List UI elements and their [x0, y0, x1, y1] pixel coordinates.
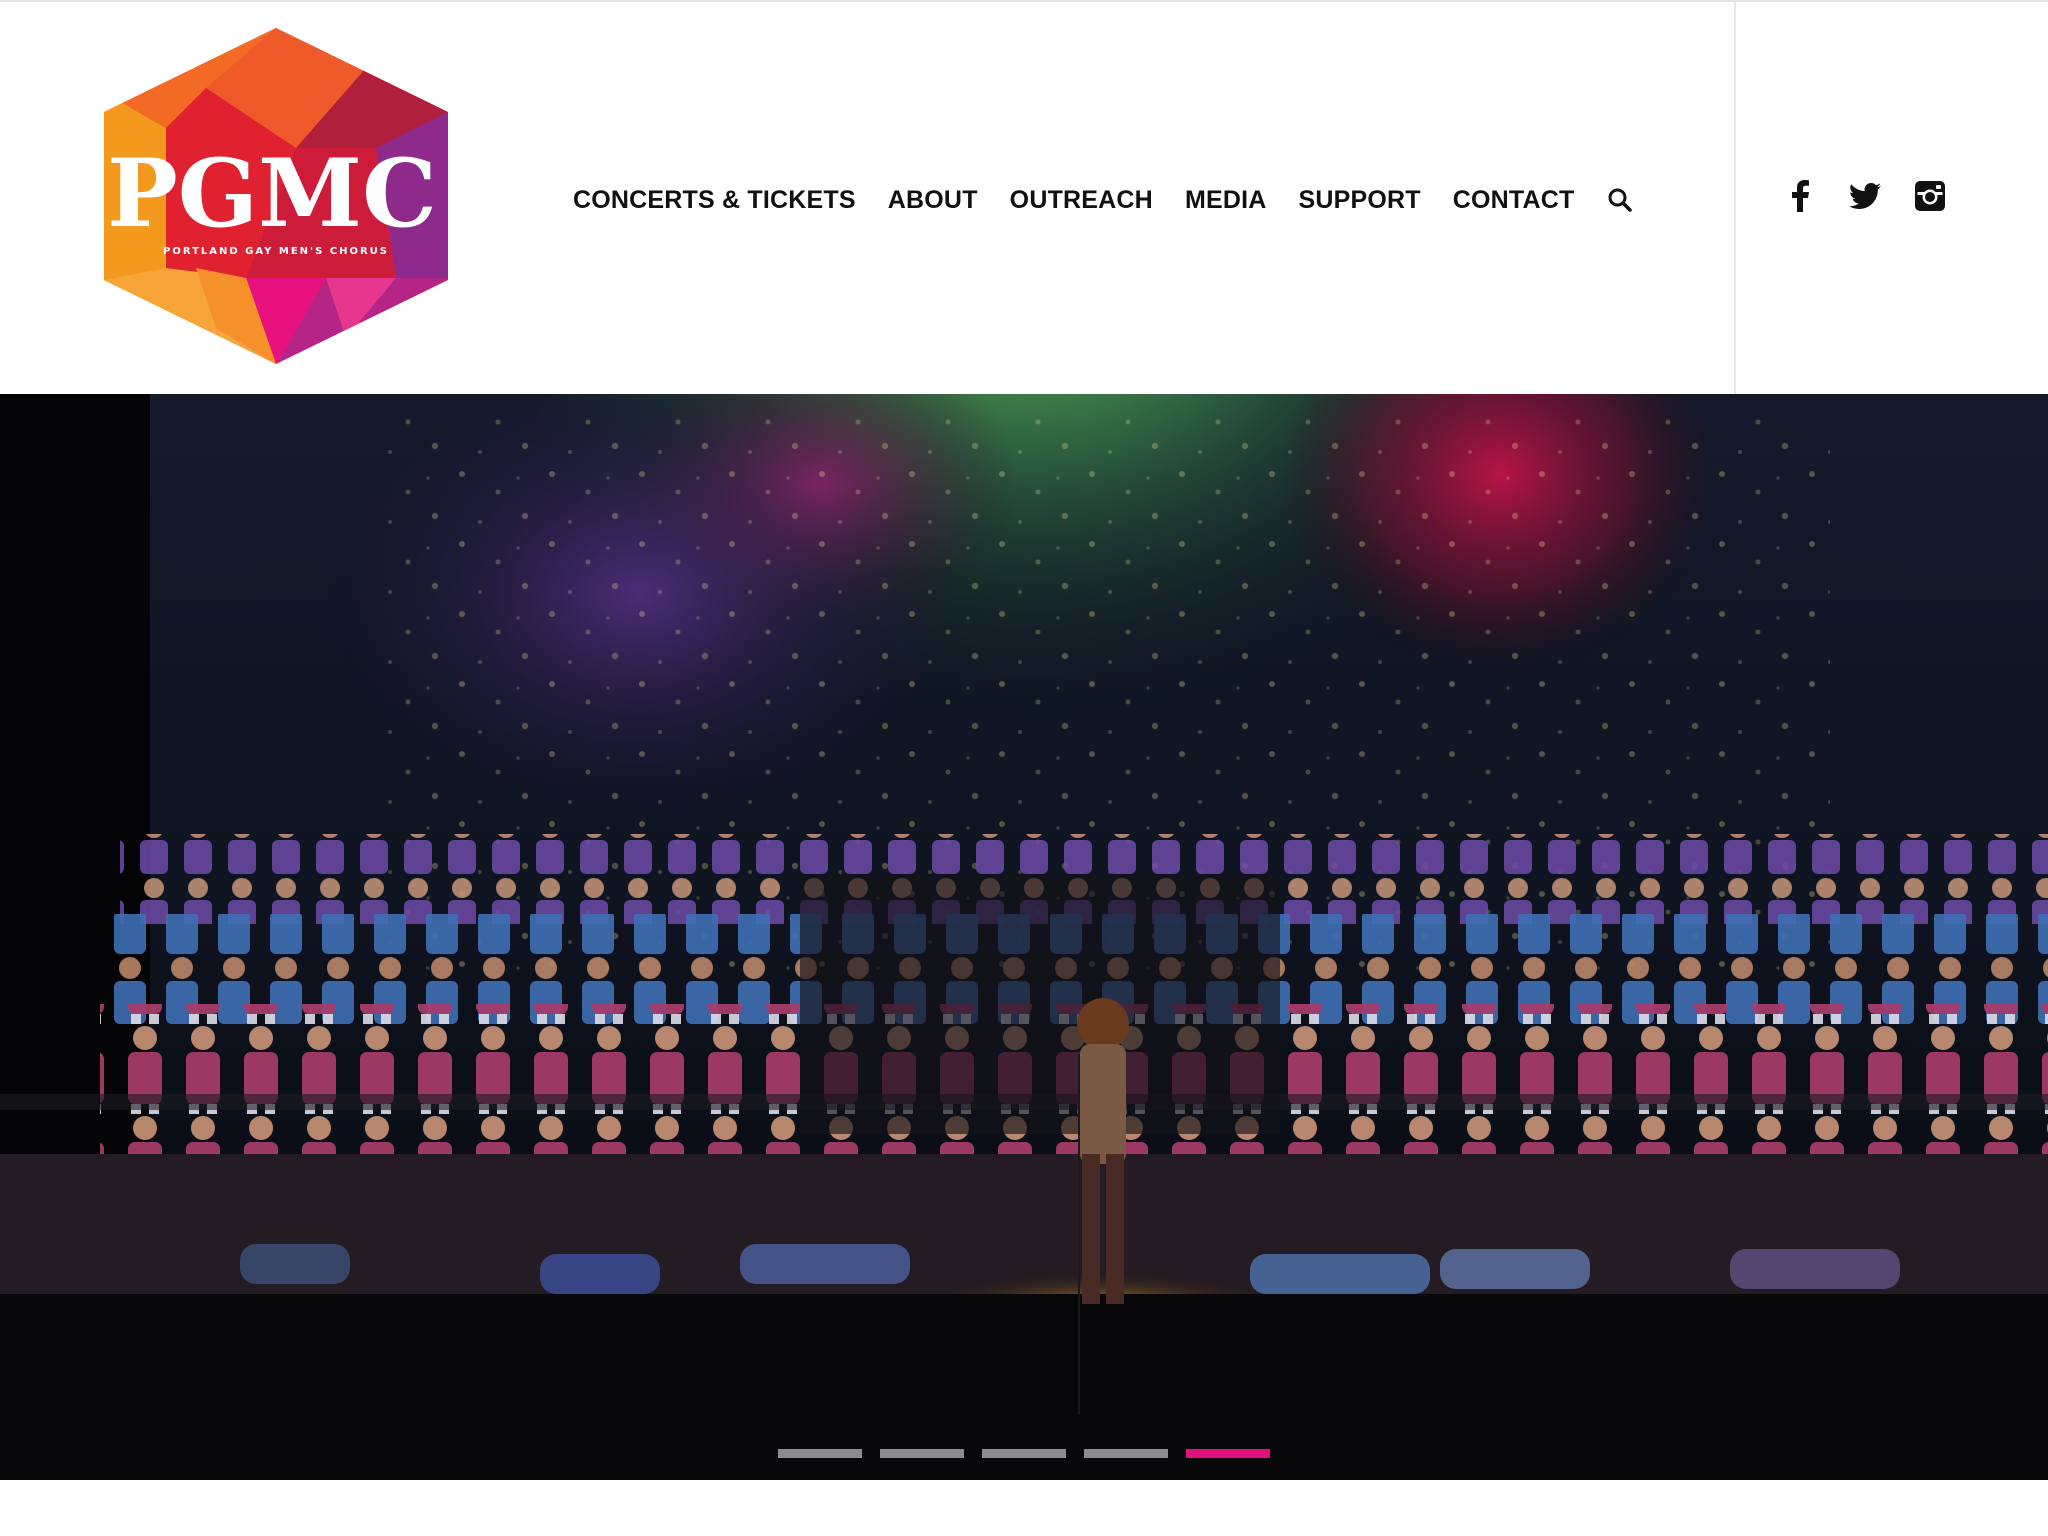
nav-item-contact[interactable]: CONTACT: [1453, 186, 1575, 215]
site-header: PGMC PORTLAND GAY MEN'S CHORUS CONCERTS …: [0, 2, 2048, 394]
nav-item-concerts-tickets[interactable]: CONCERTS & TICKETS: [573, 186, 856, 215]
slide-indicator-3[interactable]: [982, 1449, 1066, 1458]
facebook-link[interactable]: [1780, 176, 1820, 216]
hero-slideshow: [0, 394, 2048, 1480]
slide-indicator-2[interactable]: [880, 1449, 964, 1458]
search-icon: [1608, 188, 1632, 212]
slide-indicator-4[interactable]: [1084, 1449, 1168, 1458]
nav-item-outreach[interactable]: OUTREACH: [1010, 186, 1153, 215]
search-button[interactable]: [1605, 185, 1635, 215]
header-divider: [1734, 2, 1736, 394]
twitter-icon: [1849, 183, 1881, 209]
site-logo[interactable]: PGMC PORTLAND GAY MEN'S CHORUS: [96, 28, 456, 364]
hero-slide-image: [0, 394, 2048, 1480]
nav-item-about[interactable]: ABOUT: [888, 186, 978, 215]
instagram-icon: [1915, 181, 1945, 211]
logo-subtitle: PORTLAND GAY MEN'S CHORUS: [163, 246, 389, 257]
nav-item-support[interactable]: SUPPORT: [1299, 186, 1421, 215]
logo-wordmark: PGMC: [107, 139, 437, 249]
facebook-icon: [1792, 180, 1809, 212]
social-links: [1780, 174, 1950, 218]
slide-indicator-1[interactable]: [778, 1449, 862, 1458]
slider-indicators: [778, 1449, 1288, 1458]
twitter-link[interactable]: [1845, 176, 1885, 216]
logo-hexagon-icon: PGMC PORTLAND GAY MEN'S CHORUS: [104, 28, 448, 364]
main-nav: CONCERTS & TICKETS ABOUT OUTREACH MEDIA …: [573, 178, 1635, 222]
slide-indicator-5[interactable]: [1186, 1449, 1270, 1458]
page: PGMC PORTLAND GAY MEN'S CHORUS CONCERTS …: [0, 0, 2048, 1536]
instagram-link[interactable]: [1910, 176, 1950, 216]
nav-item-media[interactable]: MEDIA: [1185, 186, 1267, 215]
